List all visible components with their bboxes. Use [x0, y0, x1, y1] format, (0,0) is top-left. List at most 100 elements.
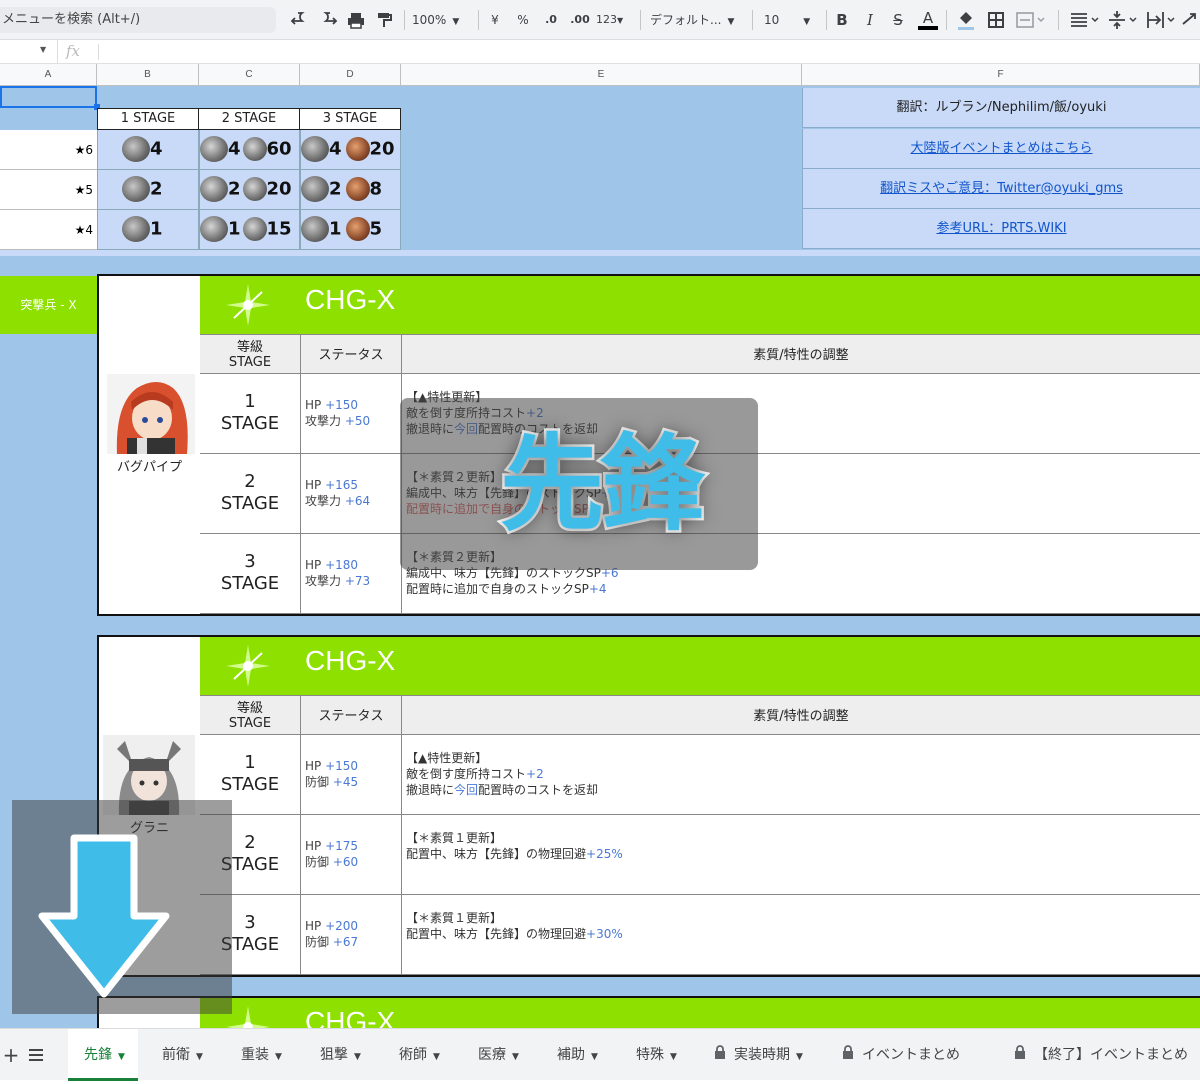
stage3-reward-cell[interactable]: 4 20 [300, 130, 401, 170]
merge-cells-icon[interactable] [1014, 8, 1048, 32]
decrease-decimal-button[interactable]: .0 [540, 8, 562, 32]
italic-button[interactable]: I [862, 8, 878, 32]
sheet-tab-label: 重装 [241, 1047, 269, 1063]
description-header: 素質/特性の調整 [753, 708, 849, 724]
stage1-reward-cell[interactable]: 4 [97, 130, 199, 170]
stage-label: STAGE [220, 573, 280, 594]
blank-cell-e[interactable] [401, 86, 802, 250]
grade-header: 等級 STAGE [200, 335, 301, 375]
module-kit-icon [345, 177, 370, 201]
grade-header-sub: STAGE [228, 716, 272, 731]
rank-label: ★6 [74, 143, 93, 157]
sheet-tab-label: 医療 [478, 1047, 506, 1063]
sheet-tab-label: 実装時期 [734, 1047, 790, 1063]
module-card-3: CHG-X [97, 996, 1200, 1028]
formula-input[interactable] [100, 40, 1200, 64]
currency-format-button[interactable]: ¥ [486, 8, 504, 32]
hp-bonus: +150 [325, 398, 359, 412]
font-size-value: 10 [764, 13, 780, 27]
add-sheet-icon[interactable]: + [2, 1029, 20, 1081]
sheet-tab[interactable]: 術師 ▼ [385, 1029, 455, 1081]
stage2-reward-cell[interactable]: 1 15 [199, 210, 300, 250]
column-header-e[interactable]: E [401, 64, 802, 86]
sheet-tab[interactable]: 狙撃 ▼ [306, 1029, 376, 1081]
stage-number: 2 [244, 471, 256, 492]
all-sheets-icon[interactable] [28, 1029, 50, 1081]
column-header-a[interactable]: A [0, 64, 97, 86]
vertical-align-icon[interactable] [1106, 8, 1140, 32]
chevron-down-icon: ▼ [727, 17, 735, 27]
stage2-reward-cell[interactable]: 2 20 [199, 170, 300, 210]
horizontal-align-icon[interactable] [1068, 8, 1102, 32]
column-header-f[interactable]: F [802, 64, 1200, 86]
hp-bonus: +165 [325, 478, 359, 492]
card-column-header: 等級 STAGE ステータス 素質/特性の調整 [200, 695, 1200, 736]
status-cell: HP +165 攻撃力 +64 [301, 454, 402, 534]
stage-header-3: 3 STAGE [299, 108, 401, 130]
column-header-b[interactable]: B [97, 64, 199, 86]
text-color-button[interactable]: A [918, 8, 938, 30]
fill-color-icon[interactable] [956, 8, 976, 32]
print-icon[interactable] [346, 8, 366, 32]
rank-cell[interactable]: ★6 [0, 130, 97, 170]
percent-format-button[interactable]: % [514, 8, 532, 32]
strikethrough-button[interactable]: S [890, 8, 906, 32]
stat-bonus: +73 [344, 574, 371, 588]
stage-cell: 1 STAGE [200, 374, 301, 454]
menu-search-input[interactable]: メニューを検索 (Alt+/) [0, 7, 276, 33]
increase-decimal-button[interactable]: .00 [568, 8, 592, 32]
chevron-down-icon: ▼ [354, 1052, 361, 1062]
undo-icon[interactable] [290, 8, 310, 32]
hp-bonus: +175 [325, 839, 359, 853]
sheet-tab[interactable]: 前衛 ▼ [148, 1029, 218, 1081]
status-cell: HP +150 防御 +45 [301, 735, 402, 815]
toolbar-divider [946, 10, 947, 30]
sheet-tab-label: イベントまとめ [862, 1047, 960, 1063]
formula-divider [98, 44, 99, 60]
talent-effect-value: +4 [588, 582, 607, 596]
module-chip-icon [301, 136, 329, 162]
stage1-reward-cell[interactable]: 1 [97, 210, 199, 250]
feedback-link[interactable]: 翻訳ミスやご意見：Twitter@oyuki_gms [802, 169, 1200, 209]
stage3-reward-cell[interactable]: 28 [300, 170, 401, 210]
stage1-reward-cell[interactable]: 2 [97, 170, 199, 210]
redo-icon[interactable] [318, 8, 338, 32]
talent-effect-text: 配置中、味方【先鋒】の物理回避 [406, 927, 587, 941]
reference-url-link[interactable]: 参考URL：PRTS.WIKI [802, 209, 1200, 249]
name-box[interactable]: ▼ [0, 40, 58, 64]
hp-bonus: +180 [325, 558, 359, 572]
more-formats-button[interactable]: 123▼ [596, 8, 632, 32]
sheet-tab[interactable]: 補助 ▼ [543, 1029, 613, 1081]
talent-update-title: 【＊素質１更新】 [406, 911, 503, 925]
sheet-tab[interactable]: 医療 ▼ [464, 1029, 534, 1081]
column-header-d[interactable]: D [300, 64, 401, 86]
sheet-tab[interactable]: 先鋒 ▼ [68, 1029, 138, 1081]
stat-label: 防御 [305, 775, 330, 789]
rank-cell[interactable]: ★4 [0, 210, 97, 250]
sheet-tab[interactable]: 実装時期 ▼ [700, 1029, 818, 1081]
sheet-tab[interactable]: 特殊 ▼ [622, 1029, 692, 1081]
rank-cell[interactable]: ★5 [0, 170, 97, 210]
font-size-select[interactable]: 10 ▼ [764, 8, 818, 32]
sheet-tab[interactable]: 重装 ▼ [227, 1029, 297, 1081]
event-summary-link[interactable]: 大陸版イベントまとめはこちら [802, 129, 1200, 169]
font-family-select[interactable]: デフォルト... ▼ [650, 8, 742, 32]
bold-button[interactable]: B [834, 8, 850, 32]
borders-icon[interactable] [986, 8, 1006, 32]
sheet-grid[interactable]: 1 STAGE 2 STAGE 3 STAGE ★6 4 4 60 4 20 ★5 2 2 20 2… [0, 86, 1200, 1028]
sheet-tab[interactable]: 【終了】イベントまとめ [1000, 1029, 1200, 1081]
sheet-tab[interactable]: イベントまとめ [828, 1029, 990, 1081]
zoom-select[interactable]: 100% ▼ [412, 8, 468, 32]
paint-format-icon[interactable] [374, 8, 394, 32]
text-rotation-icon[interactable] [1180, 8, 1200, 32]
grade-header-label: 等級 [236, 701, 263, 716]
stat-label: 攻撃力 [305, 414, 342, 428]
stage-cell: 2 STAGE [200, 454, 301, 534]
text-wrap-icon[interactable] [1144, 8, 1178, 32]
chevron-down-icon: ▼ [433, 1052, 440, 1062]
selected-cell[interactable] [0, 86, 97, 108]
stage2-reward-cell[interactable]: 4 60 [199, 130, 300, 170]
stage3-reward-cell[interactable]: 15 [300, 210, 401, 250]
column-header-c[interactable]: C [199, 64, 300, 86]
talent-effect-text: 配置時に追加で自身のストックSP [406, 582, 589, 596]
